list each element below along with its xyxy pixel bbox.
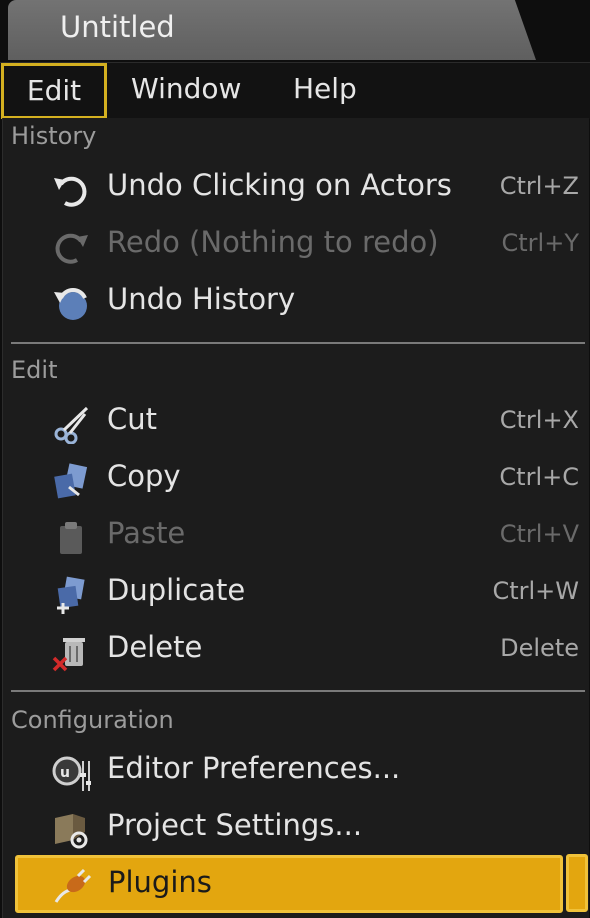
scissors-icon: [51, 404, 91, 445]
menu-item-paste[interactable]: Paste Ctrl+V: [3, 508, 589, 564]
shortcut-label: Ctrl+Z: [499, 172, 579, 200]
menu-item-label: Project Settings...: [107, 808, 363, 842]
plug-icon: [52, 866, 92, 906]
tab-strip: Untitled: [0, 0, 590, 62]
menu-help[interactable]: Help: [293, 63, 357, 117]
shortcut-label: Ctrl+X: [499, 406, 579, 434]
document-tab[interactable]: Untitled: [8, 0, 536, 60]
menu-item-label: Editor Preferences...: [107, 751, 401, 785]
separator: [11, 690, 585, 692]
menu-item-delete[interactable]: Delete Delete: [3, 622, 589, 678]
menu-item-cut[interactable]: Cut Ctrl+X: [3, 394, 589, 450]
menu-item-label: Paste: [107, 516, 186, 550]
menu-item-label: Copy: [107, 459, 181, 493]
duplicate-icon: [51, 575, 91, 615]
shortcut-label: Ctrl+C: [499, 463, 579, 491]
menu-item-undo[interactable]: Undo Clicking on Actors Ctrl+Z: [3, 160, 589, 216]
menu-item-copy[interactable]: Copy Ctrl+C: [3, 451, 589, 507]
editor-preferences-icon: u: [51, 753, 92, 793]
clipboard-icon: [51, 518, 91, 558]
menu-item-label: Plugins: [108, 865, 212, 899]
menu-item-label: Undo History: [107, 282, 296, 316]
menu-window[interactable]: Window: [131, 63, 241, 117]
menu-edit[interactable]: Edit: [1, 63, 107, 119]
redo-icon: [51, 227, 91, 267]
section-header-edit: Edit: [11, 356, 58, 384]
submenu-edge-highlight: [566, 854, 588, 912]
separator: [11, 342, 585, 344]
menu-item-label: Cut: [107, 402, 157, 436]
tab-title: Untitled: [60, 10, 175, 44]
copy-icon: [51, 461, 91, 501]
menu-item-label: Duplicate: [107, 573, 246, 607]
edit-dropdown-menu: History Undo Clicking on Actors Ctrl+Z R…: [2, 118, 589, 918]
menu-item-editor-preferences[interactable]: u Editor Preferences...: [3, 743, 589, 799]
menu-bar: Edit Window Help: [0, 62, 590, 119]
menu-item-redo[interactable]: Redo (Nothing to redo) Ctrl+Y: [3, 217, 589, 273]
menu-item-duplicate[interactable]: Duplicate Ctrl+W: [3, 565, 589, 621]
undo-history-icon: [51, 284, 91, 324]
menu-item-plugins[interactable]: Plugins: [15, 855, 563, 913]
shortcut-label: Ctrl+V: [499, 520, 579, 548]
undo-icon: [51, 170, 91, 210]
trash-icon: [51, 632, 91, 672]
svg-text:u: u: [60, 765, 70, 781]
project-settings-icon: [51, 810, 91, 850]
shortcut-label: Delete: [500, 634, 579, 662]
menu-item-project-settings[interactable]: Project Settings...: [3, 800, 589, 856]
menu-item-label: Redo (Nothing to redo): [107, 225, 439, 259]
section-header-configuration: Configuration: [11, 706, 174, 734]
shortcut-label: Ctrl+Y: [501, 229, 579, 257]
menu-item-label: Delete: [107, 630, 203, 664]
menu-item-label: Undo Clicking on Actors: [107, 168, 452, 202]
shortcut-label: Ctrl+W: [492, 577, 579, 605]
menu-item-undo-history[interactable]: Undo History: [3, 274, 589, 330]
section-header-history: History: [11, 122, 97, 150]
